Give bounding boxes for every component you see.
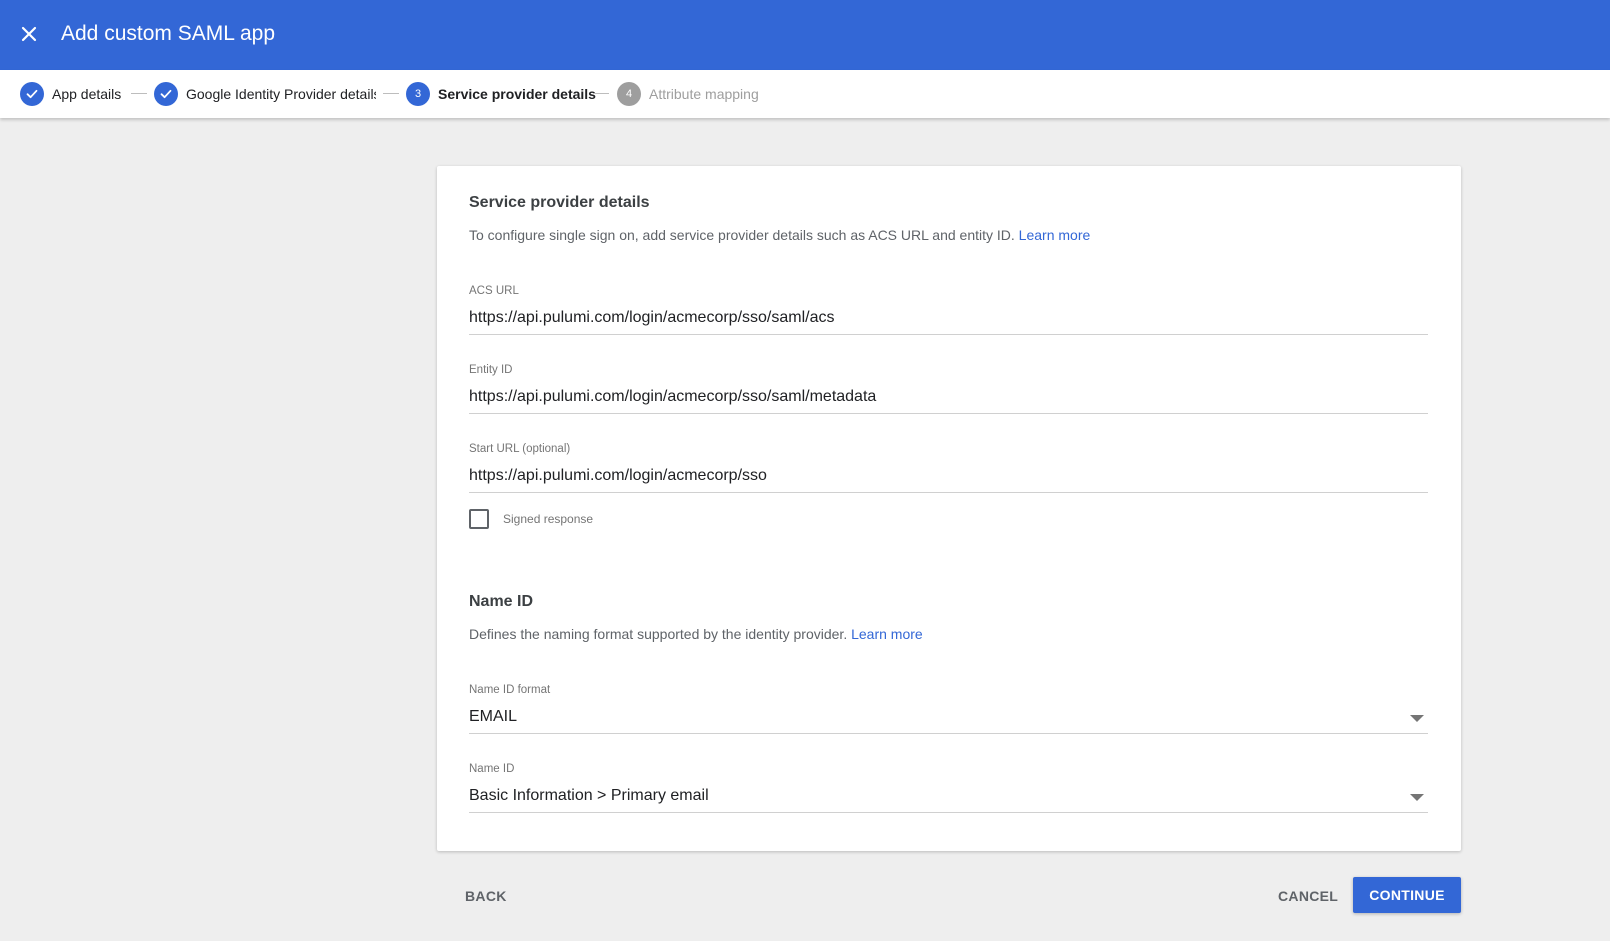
service-provider-card: Service provider details To configure si… [437, 166, 1461, 851]
checkbox-label: Signed response [503, 512, 594, 526]
acs-url-field: ACS URL https://api.pulumi.com/login/acm… [469, 285, 1428, 335]
step-connector [593, 93, 609, 94]
select-value: Basic Information > Primary email [469, 787, 709, 804]
continue-button[interactable]: CONTINUE [1353, 877, 1461, 913]
field-label: Start URL (optional) [469, 443, 571, 455]
step-service-provider-details[interactable]: 3 Service provider details [406, 82, 596, 106]
acs-url-input[interactable]: https://api.pulumi.com/login/acmecorp/ss… [469, 306, 1428, 335]
name-id-description: Defines the naming format supported by t… [469, 626, 923, 642]
page-title: Add custom SAML app [61, 22, 275, 45]
signed-response-checkbox[interactable] [469, 509, 489, 529]
field-label: Entity ID [469, 364, 513, 376]
step-label: Attribute mapping [649, 86, 759, 102]
start-url-input[interactable]: https://api.pulumi.com/login/acmecorp/ss… [469, 464, 1428, 493]
section-title: Service provider details [469, 194, 650, 211]
step-label: Google Identity Provider details [186, 86, 376, 102]
section-description: To configure single sign on, add service… [469, 227, 1090, 243]
step-attribute-mapping[interactable]: 4 Attribute mapping [617, 82, 759, 106]
app-header: Add custom SAML app [0, 0, 1610, 70]
step-google-idp-details[interactable]: Google Identity Provider details [154, 82, 376, 106]
field-label: Name ID [469, 763, 515, 775]
step-connector [383, 93, 399, 94]
entity-id-field: Entity ID https://api.pulumi.com/login/a… [469, 364, 1428, 414]
name-id-field: Name ID Basic Information > Primary emai… [469, 763, 1428, 813]
description-text: Defines the naming format supported by t… [469, 626, 848, 642]
back-button[interactable]: BACK [453, 878, 519, 914]
check-icon [154, 82, 178, 106]
step-number: 4 [617, 82, 641, 106]
step-connector [131, 93, 147, 94]
step-number: 3 [406, 82, 430, 106]
name-id-format-select[interactable]: EMAIL [469, 705, 1428, 734]
name-id-title: Name ID [469, 593, 534, 610]
description-text: To configure single sign on, add service… [469, 227, 1015, 243]
signed-response-row: Signed response [469, 509, 593, 529]
field-label: Name ID format [469, 684, 551, 696]
step-app-details[interactable]: App details [20, 82, 121, 106]
step-label: Service provider details [438, 86, 596, 102]
cancel-button[interactable]: CANCEL [1266, 878, 1350, 914]
name-id-select[interactable]: Basic Information > Primary email [469, 784, 1428, 813]
learn-more-link[interactable]: Learn more [851, 626, 923, 642]
dropdown-arrow-icon [1410, 715, 1424, 722]
learn-more-link[interactable]: Learn more [1019, 227, 1091, 243]
name-id-format-field: Name ID format EMAIL [469, 684, 1428, 734]
dropdown-arrow-icon [1410, 794, 1424, 801]
check-icon [20, 82, 44, 106]
close-icon[interactable] [15, 20, 43, 48]
field-label: ACS URL [469, 285, 519, 297]
select-value: EMAIL [469, 708, 518, 725]
start-url-field: Start URL (optional) https://api.pulumi.… [469, 443, 1428, 493]
stepper: App details Google Identity Provider det… [0, 70, 1610, 118]
entity-id-input[interactable]: https://api.pulumi.com/login/acmecorp/ss… [469, 385, 1428, 414]
step-label: App details [52, 86, 122, 102]
